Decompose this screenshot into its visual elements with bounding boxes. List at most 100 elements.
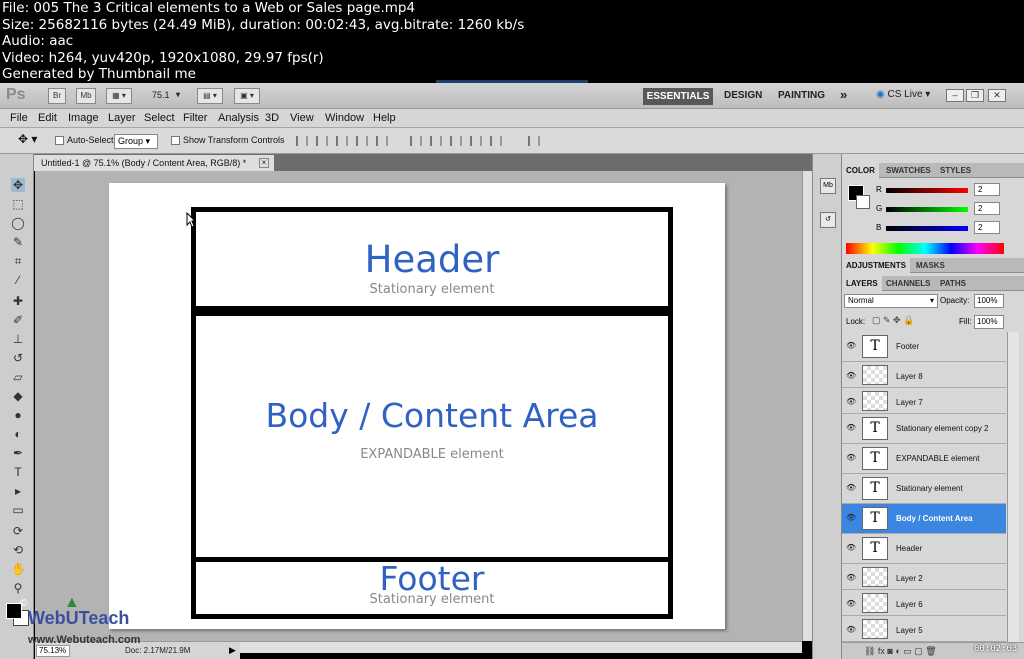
slider-green[interactable]: G 2 bbox=[876, 202, 1024, 216]
document-canvas[interactable]: Header Stationary element Body / Content… bbox=[109, 183, 725, 629]
marquee-tool-icon[interactable]: ⬚ bbox=[11, 197, 25, 211]
crop-tool-icon[interactable]: ⌗ bbox=[11, 254, 25, 268]
layer-row-layer-8[interactable]: 👁 Layer 8 bbox=[842, 362, 1006, 388]
healing-brush-icon[interactable]: ✚ bbox=[11, 294, 25, 308]
restore-icon[interactable]: ❐ bbox=[966, 89, 984, 102]
layer-row-layer-2[interactable]: 👁 Layer 2 bbox=[842, 564, 1006, 590]
auto-select-dropdown[interactable]: Group ▾ bbox=[114, 134, 158, 149]
color-panel-background[interactable] bbox=[856, 195, 870, 209]
align-top-icon[interactable] bbox=[296, 136, 308, 146]
dodge-tool-icon[interactable]: ◐ bbox=[11, 427, 25, 441]
pen-tool-icon[interactable]: ✒ bbox=[11, 446, 25, 460]
lasso-tool-icon[interactable]: ◯ bbox=[11, 216, 25, 230]
visibility-eye-icon[interactable]: 👁 bbox=[846, 544, 856, 552]
layer-row-expandable[interactable]: 👁 T EXPANDABLE element bbox=[842, 444, 1006, 474]
menu-select[interactable]: Select bbox=[144, 112, 175, 124]
align-vertical-center-icon[interactable] bbox=[316, 136, 328, 146]
paint-bucket-icon[interactable]: ◆ bbox=[11, 389, 25, 403]
horizontal-scrollbar[interactable] bbox=[240, 641, 802, 653]
tab-swatches[interactable]: SWATCHES bbox=[882, 163, 935, 178]
slider-blue-bar[interactable] bbox=[886, 226, 968, 231]
layer-row-header[interactable]: 👁 T Header bbox=[842, 534, 1006, 564]
hand-tool-icon[interactable]: ✋ bbox=[11, 562, 26, 576]
visibility-eye-icon[interactable]: 👁 bbox=[846, 342, 856, 350]
layer-row-footer[interactable]: 👁 T Footer bbox=[842, 332, 1006, 362]
distribute-left-icon[interactable] bbox=[470, 136, 482, 146]
mini-bridge-button[interactable]: Mb bbox=[76, 88, 96, 104]
tab-paths[interactable]: PATHS bbox=[936, 276, 970, 291]
slider-green-bar[interactable] bbox=[886, 207, 968, 212]
view-extras-icon[interactable]: ▦ ▾ bbox=[106, 88, 132, 104]
more-workspaces-icon[interactable]: » bbox=[840, 87, 847, 102]
menu-layer[interactable]: Layer bbox=[108, 112, 136, 124]
zoom-tool-icon[interactable]: ⚲ bbox=[11, 581, 25, 595]
tab-styles[interactable]: STYLES bbox=[936, 163, 975, 178]
menu-file[interactable]: File bbox=[10, 112, 28, 124]
3d-orbit-icon[interactable]: ⟲ bbox=[11, 543, 25, 557]
close-icon[interactable]: ✕ bbox=[988, 89, 1006, 102]
fill-field[interactable]: 100% bbox=[974, 315, 1004, 329]
visibility-eye-icon[interactable]: 👁 bbox=[846, 574, 856, 582]
menu-edit[interactable]: Edit bbox=[38, 112, 57, 124]
zoom-level[interactable]: 75.1 bbox=[152, 90, 170, 100]
shape-tool-icon[interactable]: ▭ bbox=[11, 503, 25, 517]
tab-color[interactable]: COLOR bbox=[842, 163, 879, 178]
workspace-essentials[interactable]: ESSENTIALS bbox=[643, 88, 713, 105]
visibility-eye-icon[interactable]: 👁 bbox=[846, 424, 856, 432]
auto-align-icon[interactable] bbox=[528, 136, 540, 146]
menu-image[interactable]: Image bbox=[68, 112, 99, 124]
tab-channels[interactable]: CHANNELS bbox=[882, 276, 934, 291]
clone-stamp-icon[interactable]: ⊥ bbox=[11, 332, 25, 346]
auto-select-checkbox[interactable] bbox=[55, 136, 64, 145]
cs-live-button[interactable]: ◉ CS Live ▾ bbox=[876, 89, 930, 100]
slider-red[interactable]: R 2 bbox=[876, 183, 1024, 197]
visibility-eye-icon[interactable]: 👁 bbox=[846, 454, 856, 462]
menu-window[interactable]: Window bbox=[325, 112, 364, 124]
blend-mode-dropdown[interactable]: Normal ▾ bbox=[844, 294, 938, 308]
vertical-scrollbar[interactable] bbox=[802, 171, 812, 641]
history-panel-icon[interactable]: ↺ bbox=[820, 212, 836, 228]
visibility-eye-icon[interactable]: 👁 bbox=[846, 514, 856, 522]
visibility-eye-icon[interactable]: 👁 bbox=[846, 600, 856, 608]
zoom-dropdown-icon[interactable]: ▾ bbox=[176, 90, 180, 99]
document-tab[interactable]: Untitled-1 @ 75.1% (Body / Content Area,… bbox=[34, 155, 274, 171]
slider-red-bar[interactable] bbox=[886, 188, 968, 193]
workspace-painting[interactable]: PAINTING bbox=[778, 90, 825, 101]
tab-masks[interactable]: MASKS bbox=[912, 258, 949, 273]
minimize-icon[interactable]: – bbox=[946, 89, 964, 102]
layer-row-layer-5[interactable]: 👁 Layer 5 bbox=[842, 616, 1006, 642]
slider-blue-value[interactable]: 2 bbox=[974, 221, 1000, 234]
tab-layers[interactable]: LAYERS bbox=[842, 276, 882, 291]
visibility-eye-icon[interactable]: 👁 bbox=[846, 484, 856, 492]
3d-rotate-icon[interactable]: ⟳ bbox=[11, 524, 25, 538]
distribute-bottom-icon[interactable] bbox=[450, 136, 462, 146]
distribute-top-icon[interactable] bbox=[410, 136, 422, 146]
quick-select-tool-icon[interactable]: ✎ bbox=[11, 235, 25, 249]
layer-footer-icons[interactable]: ⛓ fx ◙ ◐ ▭ ▢ 🗑 bbox=[864, 646, 937, 656]
menu-filter[interactable]: Filter bbox=[183, 112, 207, 124]
status-menu-arrow-icon[interactable]: ▶ bbox=[229, 645, 236, 656]
align-horizontal-center-icon[interactable] bbox=[376, 136, 388, 146]
type-tool-icon[interactable]: T bbox=[11, 465, 25, 479]
arrange-documents-icon[interactable]: ▤ ▾ bbox=[197, 88, 223, 104]
layer-row-layer-6[interactable]: 👁 Layer 6 bbox=[842, 590, 1006, 616]
lock-icons[interactable]: ▢ ✎ ✥ 🔒 bbox=[872, 315, 914, 326]
align-left-icon[interactable] bbox=[356, 136, 368, 146]
screen-mode-icon[interactable]: ▣ ▾ bbox=[234, 88, 260, 104]
close-document-icon[interactable]: × bbox=[259, 158, 269, 168]
mini-bridge-panel-icon[interactable]: Mb bbox=[820, 178, 836, 194]
slider-red-value[interactable]: 2 bbox=[974, 183, 1000, 196]
path-select-icon[interactable]: ▸ bbox=[11, 484, 25, 498]
layer-row-body-content-selected[interactable]: 👁 T Body / Content Area bbox=[842, 504, 1006, 534]
move-tool-icon[interactable]: ✥ bbox=[11, 178, 25, 192]
eyedropper-tool-icon[interactable]: ⁄ bbox=[11, 273, 25, 287]
opacity-field[interactable]: 100% bbox=[974, 294, 1004, 308]
visibility-eye-icon[interactable]: 👁 bbox=[846, 372, 856, 380]
layer-row-stationary[interactable]: 👁 T Stationary element bbox=[842, 474, 1006, 504]
brush-tool-icon[interactable]: ✐ bbox=[11, 313, 25, 327]
move-tool-preset-icon[interactable]: ✥ ▾ bbox=[18, 132, 37, 146]
color-spectrum-ramp[interactable] bbox=[846, 243, 1004, 254]
layers-scrollbar[interactable] bbox=[1007, 332, 1019, 642]
menu-help[interactable]: Help bbox=[373, 112, 396, 124]
visibility-eye-icon[interactable]: 👁 bbox=[846, 626, 856, 634]
